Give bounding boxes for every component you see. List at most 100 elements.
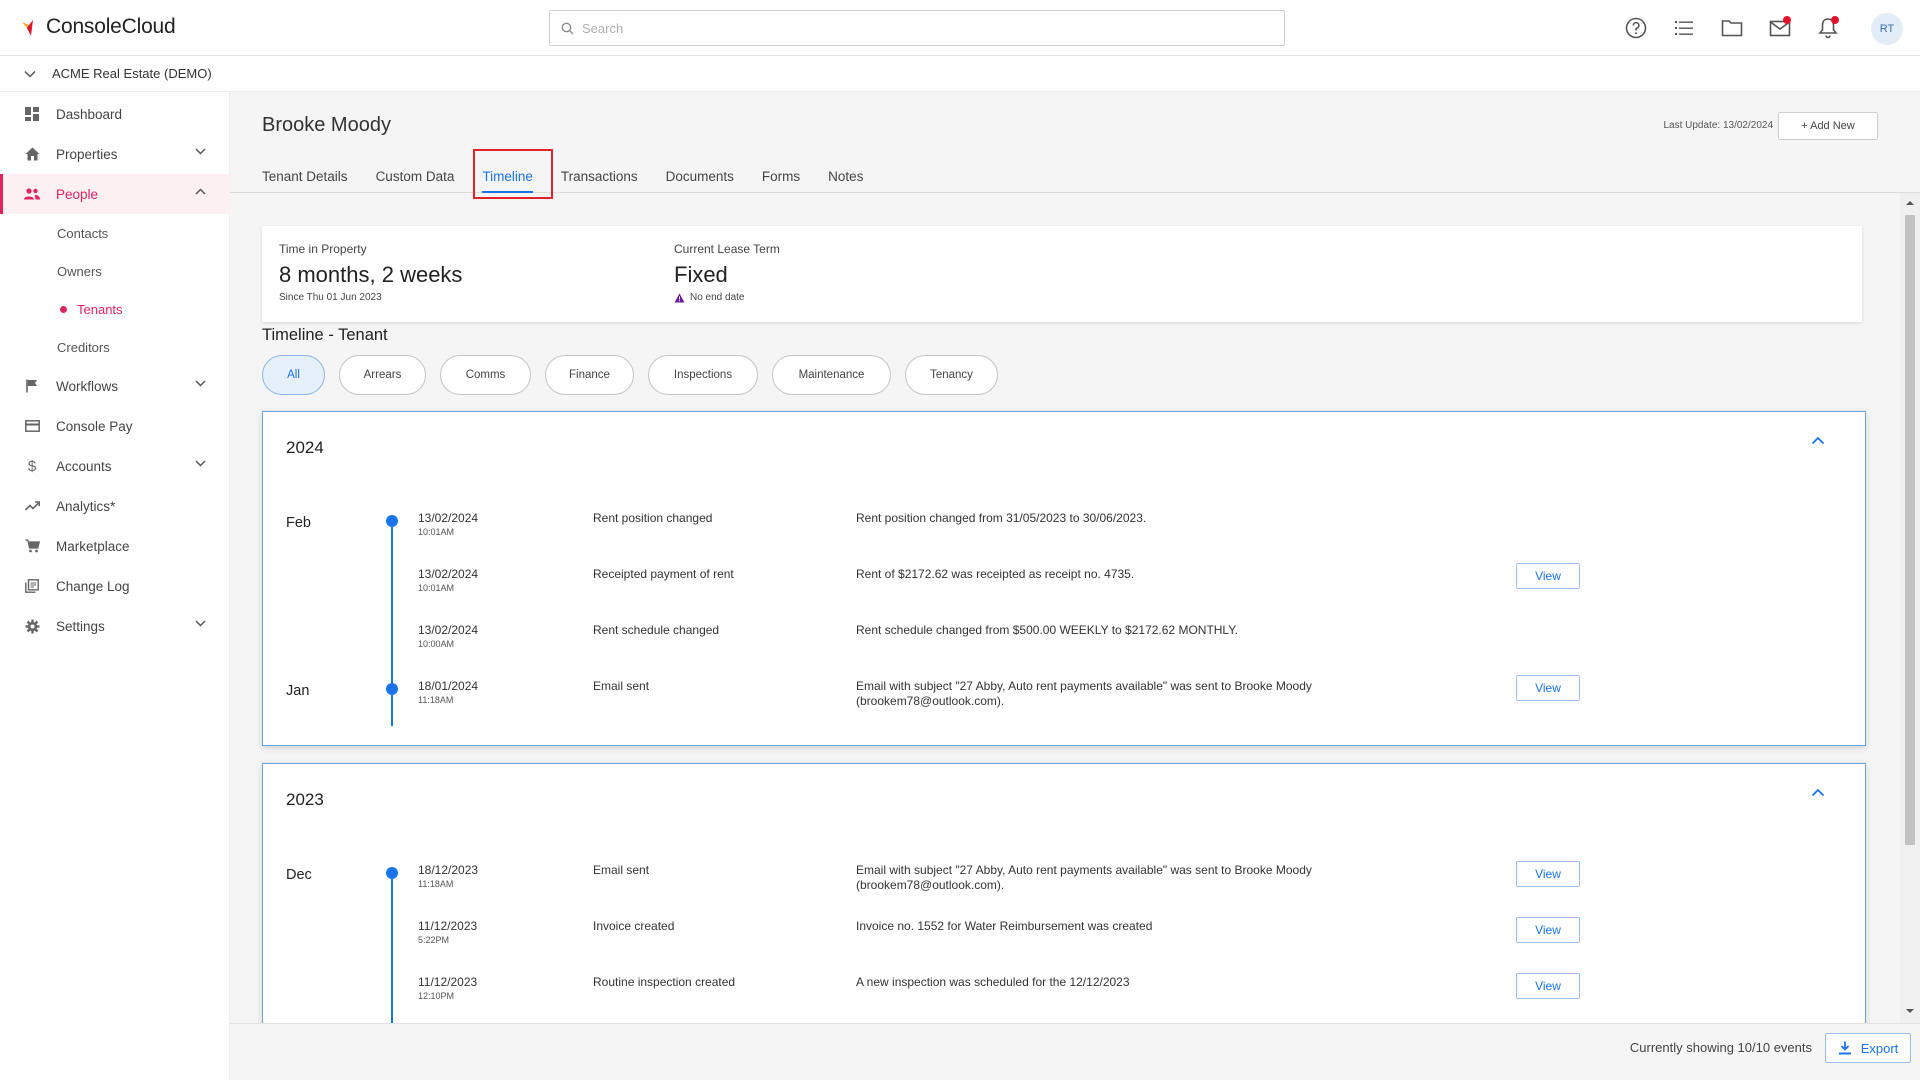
- sidebar-item-label: Dashboard: [56, 106, 123, 122]
- view-button[interactable]: View: [1516, 675, 1580, 701]
- filter-arrears[interactable]: Arrears: [339, 355, 426, 395]
- sidebar-item-label: Workflows: [56, 378, 119, 394]
- lease-term: Current Lease Term Fixed No end date: [674, 242, 780, 303]
- sidebar-item-marketplace[interactable]: Marketplace: [0, 526, 230, 566]
- main-panel: Brooke Moody Last Update: 13/02/2024 + A…: [230, 92, 1920, 1080]
- export-label: Export: [1860, 1040, 1899, 1056]
- event-type: Email sent: [593, 679, 650, 693]
- timeline-event: Feb 13/02/2024 10:01AM Rent position cha…: [263, 511, 1867, 567]
- bell-icon[interactable]: [1814, 14, 1842, 42]
- lease-end: No end date: [674, 292, 780, 303]
- sidebar-subitem-tenants[interactable]: Tenants: [0, 290, 230, 328]
- event-time: 12:10PM: [418, 991, 455, 1001]
- sidebar-item-label: Console Pay: [56, 418, 133, 434]
- search-icon: [561, 22, 574, 35]
- home-icon: [24, 146, 40, 162]
- tab-documents[interactable]: Documents: [666, 160, 734, 193]
- event-time: 11:18AM: [418, 695, 454, 705]
- timeline-event: 13/02/2024 10:01AM Receipted payment of …: [263, 563, 1867, 623]
- view-button[interactable]: View: [1516, 563, 1580, 589]
- event-date: 13/02/2024: [418, 623, 479, 637]
- sidebar-item-label: Creditors: [57, 339, 110, 355]
- tab-tenant-details[interactable]: Tenant Details: [262, 160, 348, 193]
- sidebar-item-dashboard[interactable]: Dashboard: [0, 94, 230, 134]
- sidebar-item-analytics[interactable]: Analytics*: [0, 486, 230, 526]
- gear-icon: [24, 618, 40, 634]
- timeline-content: Time in Property 8 months, 2 weeks Since…: [262, 226, 1866, 1038]
- top-bar: ConsoleCloud RT: [0, 0, 1920, 56]
- tab-highlight-box: [473, 149, 553, 199]
- sidebar-item-people[interactable]: People: [0, 174, 230, 214]
- event-description: A new inspection was scheduled for the 1…: [856, 975, 1130, 989]
- view-button[interactable]: View: [1516, 861, 1580, 887]
- brand-logo-icon: [22, 20, 33, 36]
- sidebar-item-label: Properties: [56, 146, 118, 162]
- sidebar-item-accounts[interactable]: $ Accounts: [0, 446, 230, 486]
- timeline-event: Dec 18/12/2023 11:18AM Email sent Email …: [263, 861, 1867, 919]
- filter-all[interactable]: All: [262, 355, 325, 395]
- sidebar-subitem-creditors[interactable]: Creditors: [0, 328, 230, 366]
- event-description: Invoice no. 1552 for Water Reimbursement…: [856, 919, 1153, 933]
- export-button[interactable]: Export: [1825, 1033, 1911, 1063]
- help-icon[interactable]: [1622, 14, 1650, 42]
- dollar-icon: $: [27, 457, 37, 475]
- event-description: Email with subject "27 Abby, Auto rent p…: [856, 679, 1312, 708]
- lease-label: Current Lease Term: [674, 242, 780, 256]
- scrollbar[interactable]: [1900, 193, 1920, 1023]
- app-logo[interactable]: ConsoleCloud: [20, 13, 176, 41]
- mail-icon[interactable]: [1766, 14, 1794, 42]
- event-description: Rent schedule changed from $500.00 WEEKL…: [856, 623, 1239, 637]
- card-icon: [24, 418, 40, 434]
- sidebar-subitem-contacts[interactable]: Contacts: [0, 214, 230, 252]
- time-in-property: Time in Property 8 months, 2 weeks Since…: [279, 242, 462, 303]
- sidebar-item-console-pay[interactable]: Console Pay: [0, 406, 230, 446]
- filter-maintenance[interactable]: Maintenance: [772, 355, 891, 395]
- timeline-dot: [386, 867, 398, 879]
- warning-icon: [674, 293, 685, 302]
- time-value: 8 months, 2 weeks: [279, 262, 463, 287]
- filter-comms[interactable]: Comms: [440, 355, 531, 395]
- tenancy-summary-card: Time in Property 8 months, 2 weeks Since…: [262, 226, 1862, 322]
- tab-notes[interactable]: Notes: [828, 160, 863, 193]
- tab-forms[interactable]: Forms: [762, 160, 800, 193]
- trend-icon: [24, 498, 40, 514]
- scroll-down-icon[interactable]: [1900, 1005, 1920, 1017]
- filter-finance[interactable]: Finance: [545, 355, 634, 395]
- timeline-dot: [386, 515, 398, 527]
- chevron-down-icon: [195, 148, 206, 155]
- event-time: 5:22PM: [418, 935, 450, 945]
- year-card-2023: 2023 Dec 18/12/2023 11:18AM Email sent E…: [262, 763, 1867, 1038]
- sidebar: ACME Real Estate (DEMO) Dashboard Proper…: [0, 56, 1920, 1080]
- chevron-up-icon[interactable]: [1811, 788, 1825, 797]
- org-name: ACME Real Estate (DEMO): [52, 66, 212, 81]
- avatar[interactable]: RT: [1871, 13, 1903, 45]
- search-box[interactable]: [549, 10, 1285, 46]
- sidebar-item-settings[interactable]: Settings: [0, 606, 230, 646]
- folder-icon[interactable]: [1718, 14, 1746, 42]
- time-since: Since Thu 01 Jun 2023: [279, 292, 382, 303]
- chevron-up-icon[interactable]: [1811, 436, 1825, 445]
- scroll-up-icon[interactable]: [1900, 197, 1920, 209]
- sidebar-item-change-log[interactable]: Change Log: [0, 566, 230, 606]
- list-icon[interactable]: [1670, 14, 1698, 42]
- sidebar-item-label: People: [56, 186, 99, 202]
- tab-bar: Tenant Details Custom Data Timeline Tran…: [262, 160, 891, 193]
- org-selector[interactable]: ACME Real Estate (DEMO): [0, 56, 1920, 92]
- filter-inspections[interactable]: Inspections: [648, 355, 758, 395]
- add-new-button[interactable]: + Add New: [1778, 112, 1878, 140]
- view-button[interactable]: View: [1516, 973, 1580, 999]
- sidebar-item-workflows[interactable]: Workflows: [0, 366, 230, 406]
- scroll-thumb[interactable]: [1905, 215, 1915, 845]
- sidebar-item-properties[interactable]: Properties: [0, 134, 230, 174]
- tab-custom-data[interactable]: Custom Data: [376, 160, 455, 193]
- brand-name: ConsoleCloud: [46, 15, 176, 38]
- filter-tenancy[interactable]: Tenancy: [905, 355, 998, 395]
- sidebar-item-label: Owners: [57, 263, 102, 279]
- lease-end-text: No end date: [690, 292, 745, 303]
- tab-transactions[interactable]: Transactions: [561, 160, 638, 193]
- search-input[interactable]: [582, 11, 1272, 45]
- year-card-2024: 2024 Feb 13/02/2024 10:01AM Rent positio…: [262, 411, 1866, 746]
- year-title: 2023: [286, 790, 324, 809]
- sidebar-subitem-owners[interactable]: Owners: [0, 252, 230, 290]
- view-button[interactable]: View: [1516, 917, 1580, 943]
